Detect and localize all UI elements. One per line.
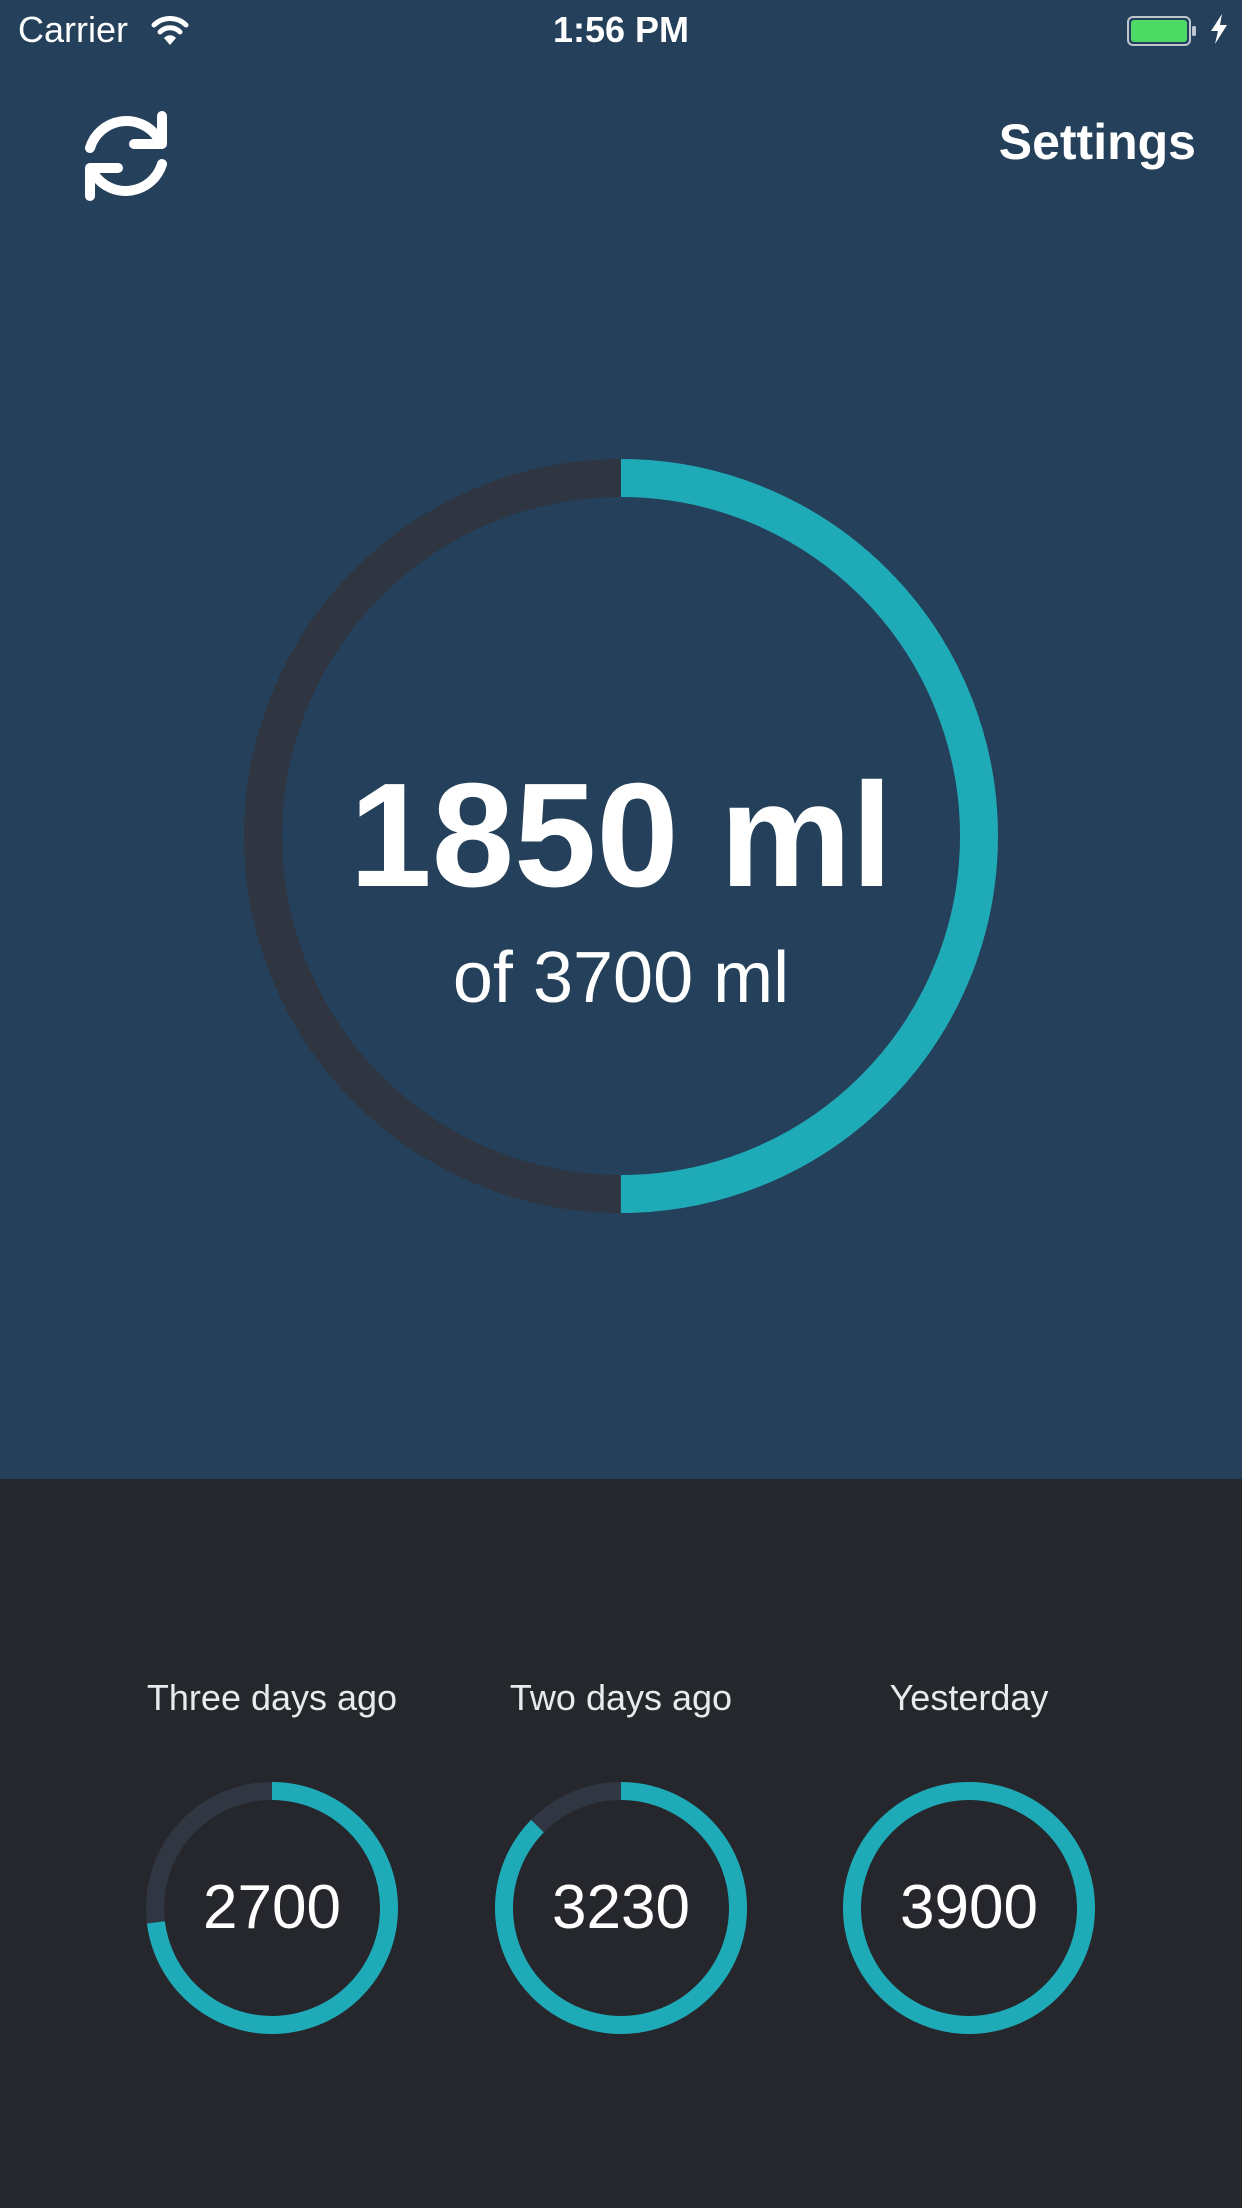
history-label: Two days ago [509, 1677, 733, 1718]
history-value: 3230 [552, 1873, 690, 1942]
history-item-three-days-ago: Three days ago 2700 [122, 1674, 422, 2054]
history-label: Yesterday [889, 1677, 1049, 1718]
status-time: 1:56 PM [552, 9, 690, 50]
status-bar: Carrier 1:56 PM [0, 0, 1242, 60]
charging-icon [1211, 14, 1227, 44]
history-value: 3900 [900, 1873, 1038, 1942]
history-item-two-days-ago: Two days ago 3230 [471, 1674, 771, 2054]
history-value: 2700 [203, 1873, 341, 1942]
settings-button[interactable]: Settings [999, 112, 1196, 172]
today-goal-label: of 3700 ml [452, 938, 790, 1018]
history-label: Three days ago [146, 1677, 398, 1718]
battery-icon [1127, 16, 1196, 46]
history-item-yesterday: Yesterday 3900 [819, 1674, 1119, 2054]
refresh-icon[interactable] [70, 100, 182, 212]
today-intake-value: 1850 ml [349, 753, 893, 918]
